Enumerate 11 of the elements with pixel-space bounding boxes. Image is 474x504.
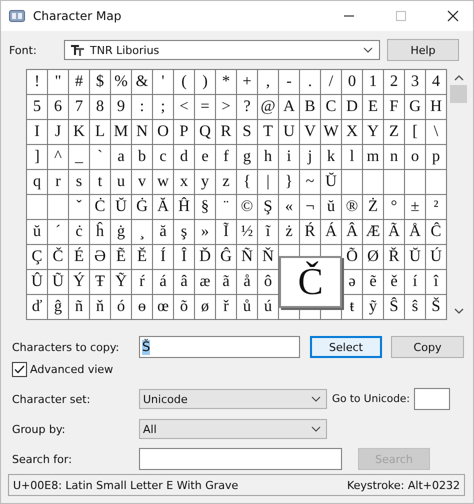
font-label: Font: (9, 44, 38, 56)
search-for-label: Search for: (11, 452, 73, 466)
window-title: Character Map (33, 9, 122, 23)
advanced-view-label: Advanced view (30, 363, 114, 376)
enlarged-character-tooltip: Č (279, 256, 342, 308)
go-to-unicode-label: Go to Unicode: (332, 393, 410, 405)
characters-to-copy-label: Characters to copy: (11, 340, 120, 354)
group-by-label: Group by: (11, 422, 66, 436)
keystroke-text: Keystroke: Alt+0232 (346, 478, 460, 492)
character-set-label: Character set: (11, 392, 92, 406)
status-description: U+00E8: Latin Small Letter E With Grave (13, 478, 238, 492)
